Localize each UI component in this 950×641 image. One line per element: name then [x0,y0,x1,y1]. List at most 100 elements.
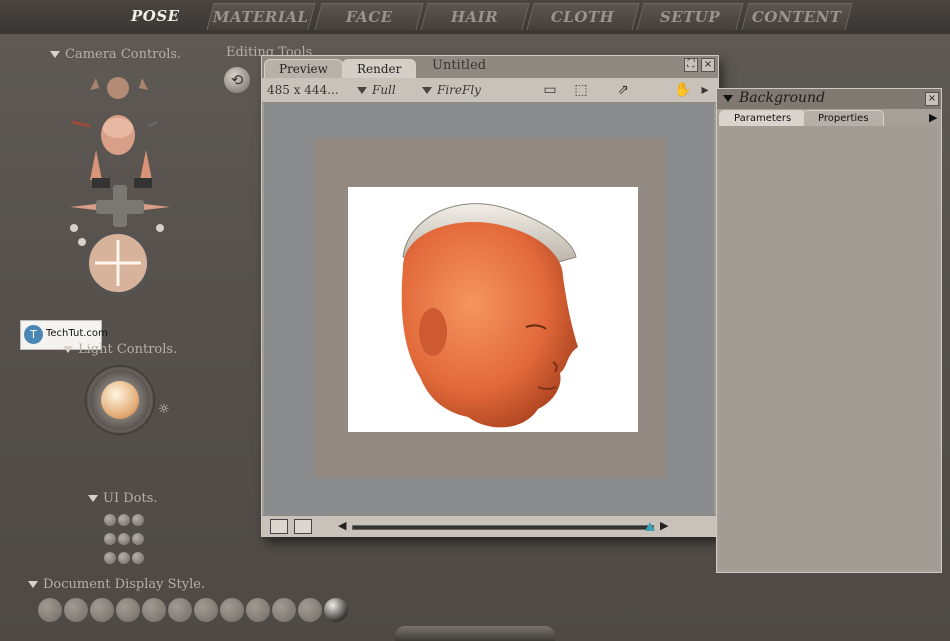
face-camera-icon[interactable] [90,77,148,99]
background-panel-header[interactable]: Background × [717,89,941,109]
dropdown-triangle-icon [422,87,432,94]
render-history-slider[interactable] [352,522,655,531]
display-style-silhouette[interactable] [38,598,62,622]
display-style-flat-shaded[interactable] [168,598,192,622]
scroll-right-icon[interactable]: ▶ [660,519,668,532]
collapse-triangle-icon [88,495,98,502]
document-tab-strip: Preview Render Untitled ⛶ × [262,56,718,79]
display-style-wireframe[interactable] [90,598,114,622]
room-tab-bar: POSE MATERIAL FACE HAIR CLOTH SETUP CONT… [0,0,950,34]
tab-hair-label: HAIR [451,8,499,26]
background-panel-title: Background [739,90,826,106]
tab-hair[interactable]: HAIR [420,3,530,30]
camera-controls-header[interactable]: Camera Controls. [50,47,181,62]
tab-cloth[interactable]: CLOTH [526,3,640,30]
bottom-drawer-handle[interactable] [395,626,555,641]
tab-render[interactable]: Render [342,59,417,79]
render-bottom-bar: ◀ ▶ [262,515,718,537]
rotate-tool-icon[interactable]: ⟲ [224,67,250,93]
tab-face-label: FACE [345,8,393,26]
display-style-texture-shaded[interactable] [324,598,348,622]
document-display-style-header[interactable]: Document Display Style. [28,577,205,592]
display-style-cartoon[interactable] [220,598,244,622]
move-cross-icon[interactable] [70,185,170,227]
slider-thumb[interactable] [645,522,655,531]
light-controls-header[interactable]: Light Controls. [63,342,177,357]
document-display-style-label: Document Display Style. [43,577,206,592]
ui-dots-grid [103,512,151,564]
ui-dot[interactable] [132,533,144,545]
ui-dot[interactable] [132,552,144,564]
tab-face[interactable]: FACE [314,3,424,30]
ui-dot[interactable] [104,552,116,564]
camera-controls-label: Camera Controls. [65,47,182,62]
rendered-head-image [401,203,578,428]
renderer-value: FireFly [437,83,481,97]
render-mode-dropdown[interactable]: Full [357,83,396,97]
load-render-icon[interactable] [270,519,288,534]
ui-dot[interactable] [132,514,144,526]
hands-trackball-icon[interactable] [90,150,152,188]
background-panel-body [719,126,939,570]
camera-controls[interactable] [60,70,180,300]
area-render-icon[interactable]: ⬚ [570,81,592,99]
collapse-triangle-icon[interactable] [723,95,733,102]
render-toolbar: 485 x 444... Full FireFly ▭ ⬚ ⇗ ✋ ▸ [262,78,718,103]
light-control-dial[interactable] [85,365,155,435]
renderer-dropdown[interactable]: FireFly [422,83,481,97]
light-orb-icon[interactable] [101,381,139,419]
document-title: Untitled [432,58,487,73]
collapse-triangle-icon [63,346,73,353]
light-sun-icon[interactable]: ☼ [158,402,170,417]
ui-dots-label: UI Dots. [103,491,158,506]
ui-dot[interactable] [118,533,130,545]
close-icon[interactable]: × [701,58,715,72]
trackball-icon[interactable] [70,224,164,294]
tab-properties[interactable]: Properties [803,110,884,126]
display-style-smooth-shaded[interactable] [272,598,296,622]
display-style-cartoon-lined[interactable] [246,598,270,622]
hand-pan-icon[interactable]: ✋ [672,81,694,99]
light-controls-label: Light Controls. [78,342,178,357]
tab-parameters[interactable]: Parameters [719,110,807,126]
tab-preview-label: Preview [279,62,328,76]
document-window: Preview Render Untitled ⛶ × 485 x 444...… [261,55,719,537]
dropdown-triangle-icon [357,87,367,94]
tab-content[interactable]: CONTENT [741,3,853,30]
collapse-triangle-icon [28,581,38,588]
panel-close-icon[interactable]: × [925,92,939,106]
left-hand-camera-icon [90,78,99,90]
collapse-triangle-icon [50,51,60,58]
render-settings-icon[interactable]: ⇗ [612,81,634,99]
render-size-readout: 485 x 444... [267,83,339,97]
render-icon[interactable]: ▭ [539,81,561,99]
tab-content-label: CONTENT [752,8,842,26]
maximize-icon[interactable]: ⛶ [684,58,698,72]
display-style-flat-lined[interactable] [194,598,218,622]
save-render-icon[interactable] [294,519,312,534]
panel-menu-arrow-icon[interactable]: ▶ [929,111,937,124]
techtut-logo-icon: T [24,325,43,344]
tab-pose[interactable]: POSE [117,3,194,29]
right-hand-camera-icon [139,78,148,90]
options-arrow-icon[interactable]: ▸ [694,81,716,99]
render-image [348,187,638,432]
ui-dot[interactable] [104,533,116,545]
tab-material[interactable]: MATERIAL [206,3,316,30]
render-mode-value: Full [372,83,396,97]
tab-setup[interactable]: SETUP [636,3,744,30]
tab-cloth-label: CLOTH [551,8,615,26]
ui-dot[interactable] [118,552,130,564]
ui-dots-header[interactable]: UI Dots. [88,491,158,506]
main-camera-head-icon[interactable] [71,115,159,155]
display-style-lit-wireframe[interactable] [142,598,166,622]
ui-dot[interactable] [118,514,130,526]
ui-dot[interactable] [104,514,116,526]
render-mat [314,139,666,477]
display-style-hidden-line[interactable] [116,598,140,622]
techtut-watermark-text: TechTut.com [46,328,108,339]
tab-preview[interactable]: Preview [264,59,343,79]
scroll-left-icon[interactable]: ◀ [338,519,346,532]
display-style-smooth-lined[interactable] [298,598,322,622]
display-style-outline[interactable] [64,598,88,622]
